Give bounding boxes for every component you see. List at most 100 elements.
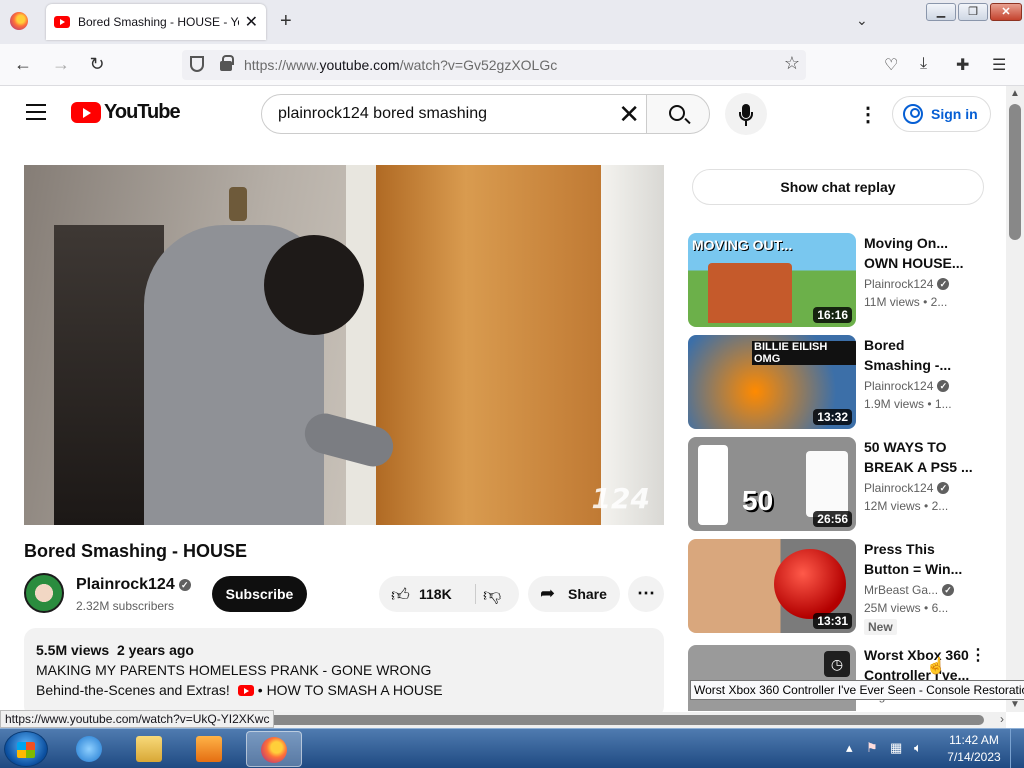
share-arrow-icon: ➦: [540, 583, 556, 603]
sign-in-button[interactable]: Sign in: [892, 96, 991, 132]
show-hidden-icons-icon[interactable]: ▴: [846, 740, 853, 756]
show-chat-replay-button[interactable]: Show chat replay: [692, 169, 984, 205]
youtube-logo[interactable]: YouTube: [71, 101, 181, 124]
back-arrow-icon[interactable]: ←: [12, 54, 34, 75]
show-desktop-button[interactable]: [1010, 729, 1024, 768]
address-bar[interactable]: https://www.youtube.com/watch?v=Gv52gzXO…: [182, 50, 806, 80]
recommended-video[interactable]: MOVING OUT... 16:16 Moving On... OWN HOU…: [688, 233, 988, 327]
url-text[interactable]: https://www.youtube.com/watch?v=Gv52gzXO…: [244, 57, 557, 73]
channel-watermark[interactable]: 124: [592, 482, 650, 515]
new-badge: New: [864, 619, 897, 635]
tab-strip: Bored Smashing - HOUSE - YouTube ✕ + ⌄ ▁…: [0, 0, 1024, 44]
recommended-channel[interactable]: Plainrock124 ✓: [864, 277, 950, 291]
verified-check-icon: ✓: [937, 278, 950, 290]
verified-check-icon: ✓: [178, 579, 191, 591]
close-window-button[interactable]: ✕: [990, 3, 1022, 21]
folder-icon: [136, 736, 162, 762]
recommended-title[interactable]: Worst Xbox 360 Controller I've...: [864, 645, 974, 685]
watch-later-clock-icon[interactable]: ◷: [824, 651, 850, 677]
like-count[interactable]: 118K: [419, 586, 452, 602]
maximize-button[interactable]: ❐: [958, 3, 988, 21]
recommended-video[interactable]: ◷ Worst Xbox 360 Controller I've... Eage…: [688, 645, 988, 711]
recommended-channel[interactable]: MrBeast Ga... ✓: [864, 583, 955, 597]
tab-close-icon[interactable]: ✕: [245, 12, 258, 32]
subscribe-button[interactable]: Subscribe: [212, 576, 307, 612]
video-duration: 13:32: [813, 409, 852, 425]
bookmark-star-icon[interactable]: ☆: [784, 53, 800, 74]
pocket-icon[interactable]: ♡: [884, 55, 898, 75]
downloads-icon[interactable]: ⤓: [920, 55, 927, 73]
scroll-right-arrow-icon[interactable]: ›: [1000, 712, 1004, 726]
video-thumbnail[interactable]: 50 26:56: [688, 437, 856, 531]
description-box[interactable]: 5.5M views 2 years ago MAKING MY PARENTS…: [24, 628, 664, 718]
channel-avatar[interactable]: [24, 573, 64, 613]
hand-cursor-icon: [926, 656, 938, 674]
dislike-thumb-icon[interactable]: 👎︎: [483, 584, 501, 606]
video-player[interactable]: 124: [24, 165, 664, 525]
recommended-video[interactable]: 13:31 Press This Button = Win... MrBeast…: [688, 539, 988, 635]
video-menu-kebab-icon[interactable]: ⋮: [970, 645, 986, 665]
video-thumbnail[interactable]: ◷: [688, 645, 856, 711]
like-thumb-icon[interactable]: 👍︎: [391, 584, 410, 606]
vertical-scrollbar[interactable]: ▲ ▼: [1006, 86, 1024, 712]
tab-youtube[interactable]: Bored Smashing - HOUSE - YouTube ✕: [46, 4, 266, 40]
scroll-up-arrow-icon[interactable]: ▲: [1010, 88, 1020, 99]
lock-icon[interactable]: [220, 55, 234, 71]
recommended-title[interactable]: Press This Button = Win...: [864, 539, 974, 579]
new-tab-button[interactable]: +: [280, 10, 292, 33]
recommended-title[interactable]: Moving On... OWN HOUSE...: [864, 233, 974, 273]
clear-search-icon[interactable]: ✕: [618, 99, 640, 130]
wall-lamp: [229, 187, 247, 221]
search-input[interactable]: plainrock124 bored smashing ✕: [261, 94, 647, 134]
voice-search-button[interactable]: [725, 93, 767, 135]
taskbar-file-explorer[interactable]: [122, 731, 178, 767]
video-title: Bored Smashing - HOUSE: [24, 541, 248, 561]
title-tooltip: Worst Xbox 360 Controller I've Ever Seen…: [690, 680, 1024, 700]
video-duration: 13:31: [813, 613, 852, 629]
settings-kebab-icon[interactable]: ⋮: [858, 102, 878, 127]
tab-title: Bored Smashing - HOUSE - YouTube: [78, 15, 239, 29]
description-link[interactable]: • HOW TO SMASH A HOUSE: [258, 682, 443, 698]
app-menu-icon[interactable]: ☰: [992, 55, 1006, 75]
search-query-text[interactable]: plainrock124 bored smashing: [278, 105, 487, 123]
taskbar-media-player[interactable]: [182, 731, 238, 767]
extensions-icon[interactable]: ✚: [956, 55, 969, 75]
taskbar-clock-date[interactable]: 7/14/2023: [946, 750, 1002, 764]
forward-arrow-icon[interactable]: →: [50, 54, 72, 75]
share-button[interactable]: ➦ Share: [528, 576, 620, 612]
youtube-play-icon: [71, 102, 101, 123]
recommended-title[interactable]: Bored Smashing -...: [864, 335, 974, 375]
action-center-flag-icon[interactable]: ⚑: [866, 740, 878, 756]
logo-text: YouTube: [104, 101, 181, 123]
guide-menu-icon[interactable]: [26, 104, 46, 120]
more-actions-button[interactable]: ⋯: [628, 576, 664, 612]
verified-check-icon: ✓: [937, 380, 950, 392]
taskbar-internet-explorer[interactable]: [62, 731, 118, 767]
recommended-video[interactable]: BILLIE EILISH OMG 13:32 Bored Smashing -…: [688, 335, 988, 429]
recommended-channel[interactable]: Plainrock124 ✓: [864, 481, 950, 495]
start-button[interactable]: [4, 731, 48, 767]
description-line: Behind-the-Scenes and Extras! • HOW TO SM…: [36, 682, 443, 698]
video-thumbnail[interactable]: BILLIE EILISH OMG 13:32: [688, 335, 856, 429]
minimize-button[interactable]: ▁: [926, 3, 956, 21]
network-icon[interactable]: ▦: [890, 740, 902, 756]
list-all-tabs-icon[interactable]: ⌄: [856, 12, 868, 29]
media-player-icon: [196, 736, 222, 762]
volume-muted-icon[interactable]: 🔈︎: [914, 740, 922, 756]
scroll-down-arrow-icon[interactable]: ▼: [1010, 699, 1020, 710]
recommended-video[interactable]: 50 26:56 50 WAYS TO BREAK A PS5 ... Plai…: [688, 437, 988, 531]
youtube-favicon-icon: [54, 16, 70, 28]
recommended-channel[interactable]: Plainrock124 ✓: [864, 379, 950, 393]
recommended-title[interactable]: 50 WAYS TO BREAK A PS5 ...: [864, 437, 974, 477]
video-thumbnail[interactable]: MOVING OUT... 16:16: [688, 233, 856, 327]
channel-name[interactable]: Plainrock124 ✓: [76, 576, 191, 594]
reload-icon[interactable]: ↻: [86, 54, 108, 75]
scrollbar-thumb[interactable]: [1009, 104, 1021, 240]
taskbar-firefox[interactable]: [246, 731, 302, 767]
video-thumbnail[interactable]: 13:31: [688, 539, 856, 633]
thumbnail-caption: 50: [742, 485, 774, 516]
tracking-protection-shield-icon[interactable]: [190, 56, 204, 72]
firefox-menu-icon[interactable]: [10, 12, 28, 30]
taskbar-clock-time[interactable]: 11:42 AM: [946, 733, 1002, 747]
search-button[interactable]: [646, 94, 710, 134]
